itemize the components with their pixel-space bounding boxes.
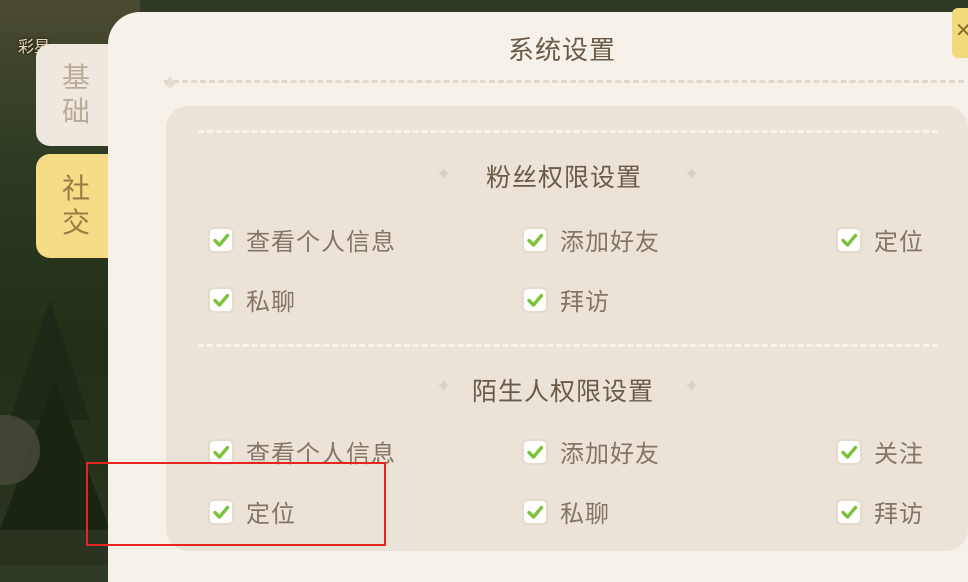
check-icon (841, 505, 858, 519)
option-label: 私聊 (560, 500, 610, 528)
stranger-option-private-chat[interactable]: 私聊 (522, 494, 610, 529)
stranger-option-follow[interactable]: 关注 (836, 434, 924, 469)
checkbox[interactable] (522, 438, 548, 465)
fan-option-add-friend[interactable]: 添加好友 (522, 222, 660, 257)
section-divider (198, 130, 938, 133)
checkbox[interactable] (208, 286, 234, 313)
fan-section-title: 粉丝权限设置 (486, 163, 643, 192)
checkbox[interactable] (836, 498, 862, 525)
panel-title: 系统设置 (508, 36, 617, 66)
tab-social-char-2: 交 (61, 206, 90, 239)
checkbox[interactable] (208, 226, 234, 253)
fan-option-visit[interactable]: 拜访 (522, 282, 610, 317)
check-icon (213, 293, 230, 307)
checkbox[interactable] (522, 286, 548, 313)
check-icon (527, 233, 544, 247)
checkbox[interactable] (836, 438, 862, 465)
option-label: 拜访 (560, 288, 610, 316)
check-icon (527, 445, 544, 459)
tab-basic-char-1: 基 (61, 61, 90, 94)
check-icon (213, 445, 230, 459)
fan-option-location[interactable]: 定位 (836, 222, 924, 257)
checkbox[interactable] (836, 226, 862, 253)
highlight-annotation (86, 462, 386, 546)
check-icon (841, 445, 858, 459)
checkbox[interactable] (522, 498, 548, 525)
stranger-option-add-friend[interactable]: 添加好友 (522, 434, 660, 469)
close-icon[interactable]: ✕ (955, 18, 968, 42)
check-icon (527, 293, 544, 307)
checkbox[interactable] (208, 438, 234, 465)
star-icon: ✦ (684, 376, 700, 397)
checkbox[interactable] (522, 226, 548, 253)
stranger-option-visit[interactable]: 拜访 (836, 494, 924, 529)
star-icon: ✦ (684, 164, 700, 185)
tab-social-char-1: 社 (61, 172, 90, 205)
check-icon (213, 233, 230, 247)
option-label: 定位 (874, 228, 924, 256)
section-divider (198, 344, 938, 347)
tab-basic[interactable]: 基 础 (36, 44, 116, 146)
option-label: 添加好友 (560, 440, 660, 468)
option-label: 查看个人信息 (246, 228, 396, 256)
option-label: 私聊 (246, 288, 296, 316)
stranger-section-title: 陌生人权限设置 (472, 377, 655, 406)
fan-option-view-profile[interactable]: 查看个人信息 (208, 222, 396, 257)
title-divider (164, 80, 964, 83)
star-icon: ✦ (436, 164, 452, 185)
option-label: 关注 (874, 440, 924, 468)
check-icon (841, 233, 858, 247)
star-icon: ✦ (436, 376, 452, 397)
fan-option-private-chat[interactable]: 私聊 (208, 282, 296, 317)
option-label: 添加好友 (560, 228, 660, 256)
tab-social[interactable]: 社 交 (36, 154, 116, 258)
check-icon (527, 505, 544, 519)
option-label: 拜访 (874, 500, 924, 528)
tab-basic-char-2: 础 (61, 95, 90, 128)
